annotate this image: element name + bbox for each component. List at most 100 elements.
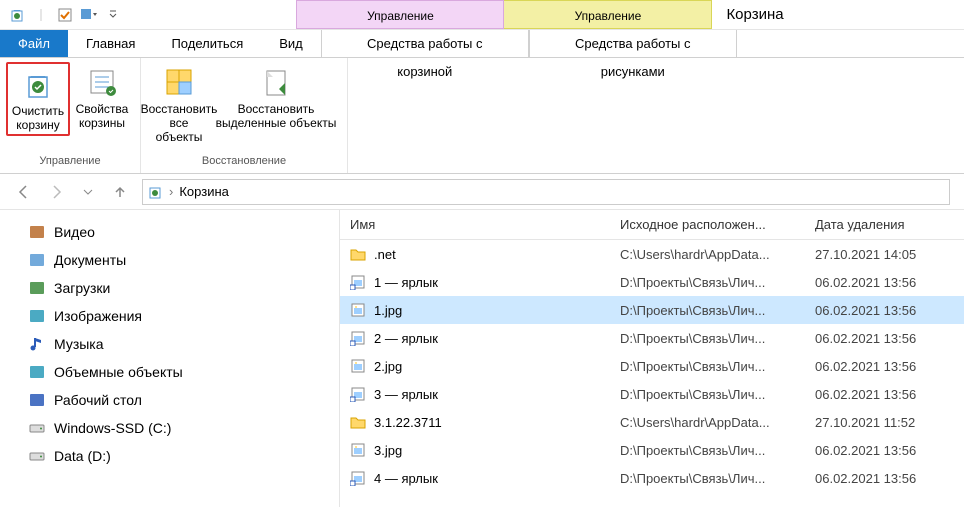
column-headers: Имя Исходное расположен... Дата удаления <box>340 210 964 240</box>
ribbon-button-recycle-bin[interactable]: Очиститькорзину <box>6 62 70 136</box>
file-list-pane: Имя Исходное расположен... Дата удаления… <box>340 210 964 507</box>
file-row[interactable]: 2.jpgD:\Проекты\Связь\Лич...06.02.2021 1… <box>340 352 964 380</box>
customize-qat-icon[interactable] <box>104 6 122 24</box>
column-header-date[interactable]: Дата удаления <box>805 217 964 232</box>
file-name: 1 — ярлык <box>374 275 438 290</box>
nav-back-button[interactable] <box>14 182 34 202</box>
file-date: 27.10.2021 14:05 <box>805 247 964 262</box>
recycle-bin-icon <box>21 66 55 102</box>
file-date: 06.02.2021 13:56 <box>805 387 964 402</box>
tab-file[interactable]: Файл <box>0 30 68 57</box>
shortcut-icon <box>350 274 366 290</box>
context-tab-header-pictures: Управление <box>504 0 712 29</box>
folder-icon <box>350 414 366 430</box>
file-location: C:\Users\hardr\AppData... <box>610 247 805 262</box>
context-tab-header-recycle: Управление <box>296 0 504 29</box>
nav-item[interactable]: Видео <box>0 218 339 246</box>
file-name: .net <box>374 247 396 262</box>
nav-recent-dropdown[interactable] <box>78 182 98 202</box>
3d-icon <box>28 363 46 381</box>
address-box[interactable]: › Корзина <box>142 179 950 205</box>
file-row[interactable]: .net C:\Users\hardr\AppData...27.10.2021 … <box>340 240 964 268</box>
recycle-bin-icon <box>147 184 163 200</box>
file-row[interactable]: 4 — ярлыкD:\Проекты\Связь\Лич...06.02.20… <box>340 464 964 492</box>
ribbon-button-label: Свойства <box>76 102 129 116</box>
nav-item[interactable]: Объемные объекты <box>0 358 339 386</box>
breadcrumb-separator-icon[interactable]: › <box>169 184 173 199</box>
content-area: Видео Документы Загрузки Изображения Музыка О… <box>0 210 964 507</box>
nav-item[interactable]: Рабочий стол <box>0 386 339 414</box>
window-title: Корзина <box>712 0 797 29</box>
file-location: D:\Проекты\Связь\Лич... <box>610 387 805 402</box>
nav-item[interactable]: Изображения <box>0 302 339 330</box>
desktop-icon <box>28 391 46 409</box>
qat-separator-icon <box>32 6 50 24</box>
nav-item-label: Data (D:) <box>54 448 111 464</box>
folder-icon <box>350 246 366 262</box>
tab-picture-tools[interactable]: Средства работы с рисунками <box>529 30 737 57</box>
video-icon <box>28 223 46 241</box>
ribbon-group: Восстановитьвсе объектыВосстановитьвыдел… <box>141 58 348 173</box>
nav-item[interactable]: Документы <box>0 246 339 274</box>
file-row[interactable]: 3.1.22.3711C:\Users\hardr\AppData...27.1… <box>340 408 964 436</box>
nav-forward-button[interactable] <box>46 182 66 202</box>
ribbon: ОчиститькорзинуСвойствакорзиныУправление… <box>0 58 964 174</box>
ribbon-button-restore-selected[interactable]: Восстановитьвыделенные объекты <box>211 62 341 132</box>
file-date: 06.02.2021 13:56 <box>805 443 964 458</box>
file-date: 06.02.2021 13:56 <box>805 331 964 346</box>
column-header-location[interactable]: Исходное расположен... <box>610 217 805 232</box>
properties-icon <box>85 64 119 100</box>
tab-view[interactable]: Вид <box>261 30 321 57</box>
ribbon-button-label: корзины <box>79 116 125 130</box>
file-date: 06.02.2021 13:56 <box>805 275 964 290</box>
nav-item-label: Рабочий стол <box>54 392 142 408</box>
ribbon-button-label: Восстановить <box>141 102 218 116</box>
nav-item[interactable]: Музыка <box>0 330 339 358</box>
tab-share[interactable]: Поделиться <box>153 30 261 57</box>
file-rows: .net C:\Users\hardr\AppData...27.10.2021 … <box>340 240 964 507</box>
drive-icon <box>28 447 46 465</box>
nav-item-label: Музыка <box>54 336 104 352</box>
nav-item[interactable]: Data (D:) <box>0 442 339 470</box>
shortcut-icon <box>350 470 366 486</box>
nav-item-label: Загрузки <box>54 280 110 296</box>
nav-item-label: Windows-SSD (C:) <box>54 420 171 436</box>
ribbon-tabs: Файл Главная Поделиться Вид Средства раб… <box>0 30 964 58</box>
title-bar: Управление Управление Корзина <box>0 0 964 30</box>
file-date: 06.02.2021 13:56 <box>805 471 964 486</box>
file-row[interactable]: 1 — ярлык D:\Проекты\Связь\Лич...06.02.20… <box>340 268 964 296</box>
file-location: D:\Проекты\Связь\Лич... <box>610 275 805 290</box>
nav-item-label: Видео <box>54 224 95 240</box>
ribbon-button-properties[interactable]: Свойствакорзины <box>70 62 134 132</box>
pictures-icon <box>28 307 46 325</box>
ribbon-button-label: все объекты <box>149 116 209 144</box>
file-row[interactable]: 1.jpgD:\Проекты\Связь\Лич...06.02.2021 1… <box>340 296 964 324</box>
file-row[interactable]: 3 — ярлык D:\Проекты\Связь\Лич...06.02.20… <box>340 380 964 408</box>
downloads-icon <box>28 279 46 297</box>
file-row[interactable]: 2 — ярлыкD:\Проекты\Связь\Лич...06.02.20… <box>340 324 964 352</box>
ribbon-button-label: выделенные объекты <box>216 116 337 130</box>
quick-access-toolbar <box>0 0 130 29</box>
shortcut-icon <box>350 386 366 402</box>
shortcut-icon <box>350 330 366 346</box>
drive-icon <box>28 419 46 437</box>
file-name: 3.jpg <box>374 443 402 458</box>
file-date: 06.02.2021 13:56 <box>805 359 964 374</box>
nav-item-label: Изображения <box>54 308 142 324</box>
file-location: D:\Проекты\Связь\Лич... <box>610 359 805 374</box>
navigation-pane: Видео Документы Загрузки Изображения Музыка О… <box>0 210 340 507</box>
view-dropdown-icon[interactable] <box>80 6 98 24</box>
image-icon <box>350 442 366 458</box>
file-name: 3 — ярлык <box>374 387 438 402</box>
nav-up-button[interactable] <box>110 182 130 202</box>
breadcrumb-location[interactable]: Корзина <box>179 184 229 199</box>
column-header-name[interactable]: Имя <box>340 217 610 232</box>
checkbox-icon[interactable] <box>56 6 74 24</box>
nav-item[interactable]: Windows-SSD (C:) <box>0 414 339 442</box>
ribbon-button-restore-all[interactable]: Восстановитьвсе объекты <box>147 62 211 146</box>
tab-recycle-tools[interactable]: Средства работы с корзиной <box>321 30 529 57</box>
nav-item[interactable]: Загрузки <box>0 274 339 302</box>
file-name: 3.1.22.3711 <box>374 415 442 430</box>
tab-home[interactable]: Главная <box>68 30 153 57</box>
file-row[interactable]: 3.jpgD:\Проекты\Связь\Лич...06.02.2021 1… <box>340 436 964 464</box>
